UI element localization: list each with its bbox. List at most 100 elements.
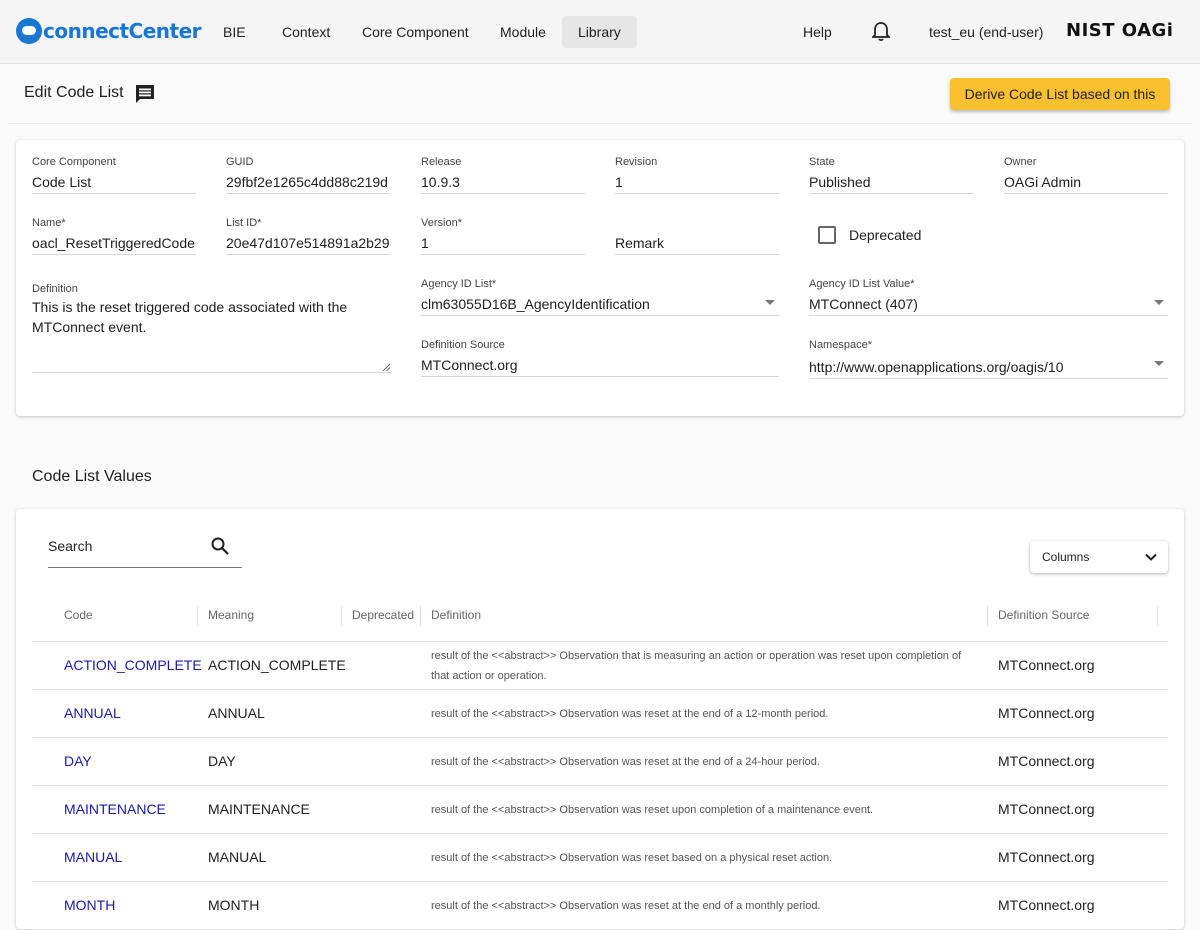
definition-source-field[interactable]: Definition Source MTConnect.org — [421, 339, 779, 377]
release-value: 10.9.3 — [421, 170, 585, 194]
header-definition[interactable]: Definition — [431, 608, 481, 622]
definition-cell: result of the <<abstract>> Observation w… — [431, 804, 874, 816]
definition-textarea[interactable]: This is the reset triggered code associa… — [32, 297, 391, 373]
logo-icon — [16, 18, 42, 44]
table-header: Code Meaning Deprecated Definition Defin… — [32, 590, 1168, 642]
meaning-cell: ACTION_COMPLETE — [208, 657, 346, 673]
owner-label: Owner — [1004, 156, 1037, 168]
definition-text: This is the reset triggered code associa… — [32, 299, 348, 335]
code-link[interactable]: ACTION_COMPLETE — [64, 657, 202, 673]
list-id-input[interactable]: 20e47d107e514891a2b29 — [226, 231, 391, 255]
code-list-form-card: Core Component Code List GUID 29fbf2e126… — [16, 140, 1184, 416]
agency-id-list-select[interactable]: Agency ID List* clm63055D16B_AgencyIdent… — [421, 278, 779, 316]
nav-bie[interactable]: BIE — [207, 16, 262, 48]
search-icon[interactable] — [210, 536, 230, 556]
name-input[interactable]: oacl_ResetTriggeredCode — [32, 231, 196, 255]
definition-cell: result of the <<abstract>> Observation w… — [431, 900, 821, 912]
namespace-label: Namespace* — [809, 339, 872, 351]
code-link[interactable]: MAINTENANCE — [64, 801, 166, 817]
core-component-value: Code List — [32, 170, 196, 194]
nav-module[interactable]: Module — [484, 16, 562, 48]
nav-core-component[interactable]: Core Component — [346, 16, 485, 48]
code-link[interactable]: ANNUAL — [64, 705, 121, 721]
definition-source-cell: MTConnect.org — [998, 801, 1095, 817]
agency-id-list-label: Agency ID List* — [421, 278, 497, 290]
columns-select[interactable]: Columns — [1030, 541, 1168, 573]
resize-handle-icon[interactable] — [382, 363, 390, 371]
state-label: State — [809, 156, 835, 168]
agency-id-list-value-select[interactable]: Agency ID List Value* MTConnect (407) — [809, 278, 1168, 316]
definition-cell: result of the <<abstract>> Observation w… — [431, 708, 829, 720]
guid-field: GUID 29fbf2e1265c4dd88c219d — [226, 156, 391, 194]
list-id-field[interactable]: List ID* 20e47d107e514891a2b29 — [226, 217, 391, 255]
chevron-down-icon — [1145, 553, 1157, 561]
nist-oagi-logo: NIST OAGi — [1066, 20, 1174, 41]
logo-text: connectCenter — [43, 19, 202, 43]
name-field[interactable]: Name* oacl_ResetTriggeredCode — [32, 217, 196, 255]
version-input[interactable]: 1 — [421, 231, 585, 255]
table-row[interactable]: ACTION_COMPLETE ACTION_COMPLETE result o… — [32, 642, 1168, 690]
derive-code-list-button[interactable]: Derive Code List based on this — [950, 78, 1170, 110]
table-row[interactable]: DAY DAY result of the <<abstract>> Obser… — [32, 738, 1168, 786]
table-row[interactable]: MAINTENANCE MAINTENANCE result of the <<… — [32, 786, 1168, 834]
chevron-down-icon[interactable] — [765, 300, 775, 305]
list-id-label: List ID* — [226, 217, 262, 229]
page-title: Edit Code List — [24, 84, 124, 101]
deprecated-label: Deprecated — [849, 227, 922, 243]
remark-input[interactable]: Remark — [615, 231, 779, 255]
definition-field[interactable]: Definition This is the reset triggered c… — [32, 283, 391, 373]
state-field: State Published — [809, 156, 974, 194]
definition-label: Definition — [32, 283, 78, 295]
agency-id-list-value[interactable]: clm63055D16B_AgencyIdentification — [421, 292, 779, 316]
definition-source-cell: MTConnect.org — [998, 897, 1095, 913]
version-field[interactable]: Version* 1 — [421, 217, 585, 255]
name-label: Name* — [32, 217, 66, 229]
definition-cell: result of the <<abstract>> Observation w… — [431, 852, 833, 864]
code-list-values-table: Code Meaning Deprecated Definition Defin… — [32, 590, 1168, 930]
connectcenter-logo[interactable]: connectCenter — [16, 18, 202, 44]
definition-cell: result of the <<abstract>> Observation t… — [431, 650, 962, 682]
meaning-cell: MAINTENANCE — [208, 801, 310, 817]
code-link[interactable]: MONTH — [64, 897, 115, 913]
chevron-down-icon[interactable] — [1154, 361, 1164, 366]
header-meaning[interactable]: Meaning — [208, 608, 254, 622]
meaning-cell: MONTH — [208, 897, 260, 913]
header-divider — [8, 123, 1192, 124]
nav-context[interactable]: Context — [266, 16, 346, 48]
table-row[interactable]: ANNUAL ANNUAL result of the <<abstract>>… — [32, 690, 1168, 738]
code-link[interactable]: DAY — [64, 753, 92, 769]
definition-source-cell: MTConnect.org — [998, 753, 1095, 769]
definition-source-input[interactable]: MTConnect.org — [421, 353, 779, 377]
table-row[interactable]: MANUAL MANUAL result of the <<abstract>>… — [32, 834, 1168, 882]
release-label: Release — [421, 156, 462, 168]
guid-value: 29fbf2e1265c4dd88c219d — [226, 170, 391, 194]
chevron-down-icon[interactable] — [1154, 300, 1164, 305]
nav-library[interactable]: Library — [562, 16, 637, 48]
meaning-cell: ANNUAL — [208, 705, 265, 721]
core-component-field: Core Component Code List — [32, 156, 196, 194]
top-navbar: connectCenter BIE Context Core Component… — [0, 0, 1200, 64]
meaning-cell: MANUAL — [208, 849, 267, 865]
columns-label: Columns — [1042, 550, 1090, 564]
remark-field[interactable]: Remark — [615, 217, 779, 255]
owner-field: Owner OAGi Admin — [1004, 156, 1168, 194]
meaning-cell: DAY — [208, 753, 236, 769]
header-deprecated[interactable]: Deprecated — [352, 608, 414, 622]
namespace-select[interactable]: Namespace* http://www.openapplications.o… — [809, 339, 1168, 379]
namespace-value[interactable]: http://www.openapplications.org/oagis/10 — [809, 353, 1168, 379]
definition-source-label: Definition Source — [421, 339, 505, 351]
version-label: Version* — [421, 217, 462, 229]
revision-field: Revision 1 — [615, 156, 779, 194]
header-code[interactable]: Code — [64, 608, 93, 622]
code-link[interactable]: MANUAL — [64, 849, 122, 865]
guid-label: GUID — [226, 156, 254, 168]
search-input[interactable]: Search — [48, 534, 242, 568]
table-row[interactable]: MONTH MONTH result of the <<abstract>> O… — [32, 882, 1168, 930]
agency-id-list-value-value[interactable]: MTConnect (407) — [809, 292, 1168, 316]
notification-bell-icon[interactable] — [872, 22, 890, 42]
deprecated-checkbox[interactable] — [818, 226, 836, 244]
nav-help[interactable]: Help — [803, 16, 832, 48]
header-definition-source[interactable]: Definition Source — [998, 608, 1089, 622]
user-menu[interactable]: test_eu (end-user) — [929, 16, 1043, 48]
comment-icon[interactable] — [134, 84, 156, 104]
